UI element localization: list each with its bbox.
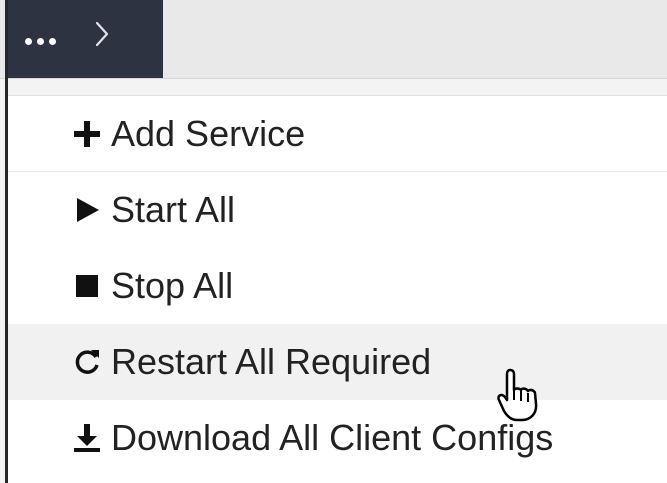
hand-pointer-icon — [497, 368, 538, 422]
chevron-right-icon — [95, 21, 109, 47]
refresh-icon — [71, 346, 103, 378]
download-all-client-configs-label: Download All Client Configs — [111, 417, 554, 458]
download-icon — [71, 422, 103, 454]
stop-icon — [71, 270, 103, 302]
stop-all-label: Stop All — [111, 265, 234, 306]
restart-all-required-menu-item[interactable]: Restart All Required — [8, 324, 667, 400]
add-service-label: Add Service — [111, 112, 306, 154]
ellipsis-icon — [25, 37, 56, 45]
service-actions-view: Add Service Start All Stop All Restart A… — [0, 0, 667, 483]
service-actions-toggle[interactable] — [8, 0, 163, 78]
start-all-label: Start All — [111, 189, 236, 230]
add-service-menu-item[interactable]: Add Service — [8, 96, 667, 172]
download-all-client-configs-menu-item[interactable]: Download All Client Configs — [8, 400, 667, 476]
plus-icon — [71, 118, 103, 150]
start-all-menu-item[interactable]: Start All — [8, 172, 667, 248]
play-icon — [71, 194, 103, 226]
stop-all-menu-item[interactable]: Stop All — [8, 248, 667, 324]
service-actions-menu: Add Service Start All Stop All Restart A… — [8, 95, 667, 483]
restart-all-required-label: Restart All Required — [111, 341, 432, 382]
